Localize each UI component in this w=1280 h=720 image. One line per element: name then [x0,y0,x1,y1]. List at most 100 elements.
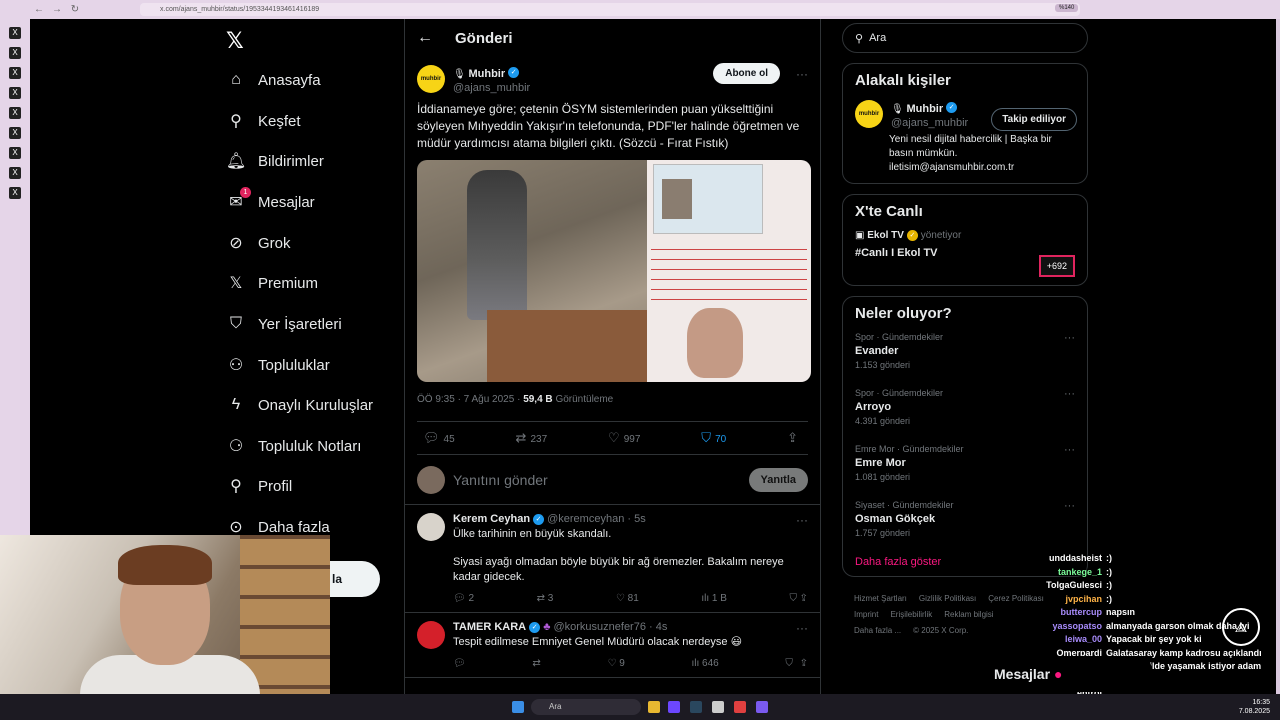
comment-handle[interactable]: @korkusuznefer76 [553,621,646,633]
tab-x-icon[interactable]: X [9,127,21,139]
comment[interactable]: TAMER KARA ✓ ♣ @korkusuznefer76 · 4s Tesp… [405,613,820,678]
nav-explore[interactable]: ⚲ Keşfet [226,111,300,131]
comment[interactable]: Kerem Ceyhan ✓ @keremceyhan · 5s Ülke tar… [405,505,820,613]
taskbar: Ara 16:35 7.08.2025 [0,694,1280,720]
tab-x-icon[interactable]: X [9,147,21,159]
nav-community-notes[interactable]: ⚆ Topluluk Notları [226,436,362,456]
more-options-icon[interactable]: ··· [1064,388,1075,400]
page-title: Gönderi [455,29,513,47]
comment-time[interactable]: · 5s [627,513,645,525]
reload-icon[interactable]: ↻ [66,4,84,15]
nav-profile[interactable]: ⚲ Profil [226,476,292,496]
author-handle[interactable]: @ajans_muhbir [453,82,530,94]
footer-link[interactable]: Erişilebilirlik [890,610,932,619]
tab-x-icon[interactable]: X [9,87,21,99]
taskbar-search[interactable]: Ara [531,699,641,715]
more-options-icon[interactable]: ··· [1064,332,1075,344]
reply-input[interactable]: Yanıtını gönder [453,472,548,488]
address-bar[interactable]: x.com/ajans_muhbir/status/19533441934614… [140,3,1080,16]
like-button[interactable]: ♡ 81 [616,593,639,604]
live-host[interactable]: Ekol TV [867,230,904,241]
more-options-icon[interactable]: ··· [1064,444,1075,456]
steam-icon[interactable] [690,701,702,713]
post-media[interactable] [417,160,811,382]
obs-icon[interactable] [712,701,724,713]
comment-author[interactable]: Kerem Ceyhan [453,513,530,525]
messages-drawer[interactable]: Mesajlar ● [982,656,1152,692]
zoom-badge[interactable]: %140 [1055,4,1079,12]
tab-x-icon[interactable]: X [9,27,21,39]
nav-verified-orgs[interactable]: ϟ Onaylı Kuruluşlar [226,395,373,415]
nav-premium[interactable]: 𝕏 Premium [226,273,318,293]
trend-item[interactable]: Spor · Gündemdekiler Evander 1.153 gönde… [855,332,1075,370]
tab-x-icon[interactable]: X [9,187,21,199]
nav-bookmarks[interactable]: ⛉ Yer İşaretleri [226,314,342,334]
views-button[interactable]: ılı 1 B [701,593,727,604]
more-options-icon[interactable]: ··· [796,621,808,635]
search-input[interactable]: ⚲ Ara [842,23,1088,53]
nav-communities[interactable]: ⚇ Topluluklar [226,355,330,375]
following-button[interactable]: Takip ediliyor [991,108,1077,131]
footer-link[interactable]: Daha fazla ... [854,626,901,635]
reply-button[interactable]: 💬︎ 45 [423,430,455,446]
share-icon[interactable]: ⇪ [800,658,808,669]
more-options-icon[interactable]: ··· [796,67,808,81]
repost-button[interactable]: ⇄ 3 [537,593,554,604]
discord-icon[interactable] [668,701,680,713]
avatar[interactable]: muhbir [417,65,445,93]
post-button[interactable]: la [330,561,380,597]
nav-messages[interactable]: ✉ 1 Mesajlar [226,187,315,212]
nav-notifications[interactable]: 🔔︎ Bildirimler [226,151,324,171]
app-icon[interactable] [734,701,746,713]
tab-x-icon[interactable]: X [9,107,21,119]
author-name[interactable]: Muhbir [468,68,505,80]
trend-item[interactable]: Emre Mor · Gündemdekiler Emre Mor 1.081 … [855,444,1075,482]
tab-x-icon[interactable]: X [9,47,21,59]
card-title: Neler oluyor? [855,305,952,322]
like-button[interactable]: ♡ 997 [608,430,640,446]
nav-grok[interactable]: ⊘ Grok [226,233,290,253]
reply-submit-button[interactable]: Yanıtla [748,467,808,492]
comment-handle[interactable]: @keremceyhan [547,513,624,525]
nav-more[interactable]: ⊙ Daha fazla [226,517,329,537]
like-button[interactable]: ♡ 9 [607,658,624,669]
comment-time[interactable]: · 4s [649,621,667,633]
share-button[interactable]: ⇪ [787,430,802,446]
windows-start-icon[interactable] [512,701,524,713]
repost-button[interactable]: ⇄ 237 [516,430,548,446]
x-logo-icon[interactable]: 𝕏 [226,28,244,54]
tab-x-icon[interactable]: X [9,67,21,79]
trend-item[interactable]: Spor · Gündemdekiler Arroyo 4.391 gönder… [855,388,1075,426]
bookmark-icon[interactable]: ⛉ [785,658,793,669]
trend-item[interactable]: Siyaset · Gündemdekiler Osman Gökçek 1.7… [855,500,1075,538]
file-explorer-icon[interactable] [648,701,660,713]
repost-button[interactable]: ⇄ [532,658,540,669]
reply-button[interactable]: 💬︎ 2 [453,593,474,604]
comment-author[interactable]: TAMER KARA [453,621,526,633]
related-handle[interactable]: @ajans_muhbir [891,117,968,129]
forward-arrow-icon[interactable]: → [48,4,66,15]
avatar[interactable]: muhbir [855,100,883,128]
back-arrow-icon[interactable]: ← [30,4,48,15]
live-card[interactable]: X'te Canlı ▣ Ekol TV ✓ yönetiyor #Canlı I… [842,194,1088,286]
footer-link[interactable]: Imprint [854,610,878,619]
share-icon[interactable]: ⇪ [800,593,808,604]
nav-home[interactable]: ⌂ Anasayfa [226,70,320,90]
avatar[interactable] [417,621,445,649]
browser-icon[interactable] [756,701,768,713]
footer-link[interactable]: Reklam bilgisi [944,610,993,619]
more-options-icon[interactable]: ··· [796,513,808,527]
tab-x-icon[interactable]: X [9,167,21,179]
footer-link[interactable]: Gizlilik Politikası [919,594,976,603]
more-options-icon[interactable]: ··· [1064,500,1075,512]
avatar[interactable] [417,513,445,541]
post-time[interactable]: ÖÖ 9:35 · 7 Ağu 2025 · [417,394,523,405]
back-arrow-icon[interactable]: ← [417,29,433,47]
views-button[interactable]: ılı 646 [691,658,718,669]
bookmark-button[interactable]: ⛉ 70 [701,430,726,446]
related-name[interactable]: Muhbir [906,103,943,115]
reply-button[interactable]: 💬︎ [453,658,466,669]
bookmark-icon[interactable]: ⛉ [789,593,797,604]
footer-link[interactable]: Hizmet Şartları [854,594,907,603]
subscribe-button[interactable]: Abone ol [713,63,780,84]
